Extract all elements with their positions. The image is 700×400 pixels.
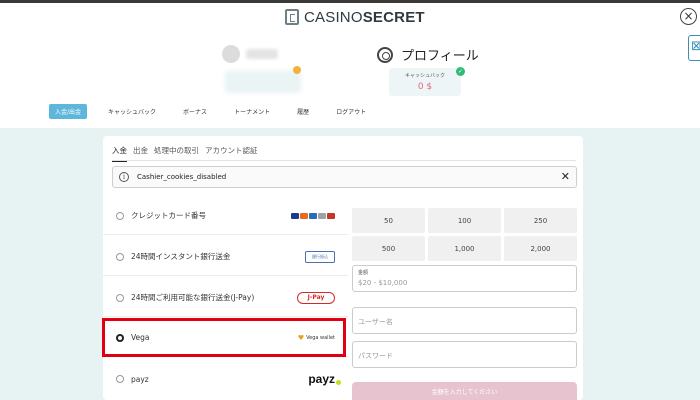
nav-item-tournament[interactable]: トーナメント xyxy=(228,104,276,119)
level-badge-icon xyxy=(293,66,301,74)
method-instant-bank[interactable]: 24時間インスタント銀行送金 銀行振込 xyxy=(103,238,348,276)
payz-logo-text: payz xyxy=(308,372,335,386)
method-label: 24時間インスタント銀行送金 xyxy=(131,252,231,261)
method-jpay[interactable]: 24時間ご利用可能な銀行送金(J-Pay) J-Pay xyxy=(103,279,348,317)
username-blurred xyxy=(246,49,278,59)
profile-label: プロフィール xyxy=(401,49,479,64)
tabs-divider xyxy=(112,160,576,161)
nav-item-logout[interactable]: ログアウト xyxy=(330,104,372,119)
amount-button[interactable]: 2,000 xyxy=(504,236,577,261)
cookie-notice: i Cashier_cookies_disabled ✕ xyxy=(112,166,577,188)
method-payz[interactable]: payz payz xyxy=(103,360,348,398)
avatar xyxy=(222,45,240,63)
balance-blurred xyxy=(225,71,301,93)
side-panel-icon[interactable]: ⊠ xyxy=(688,35,700,61)
cashback-label: キャッシュバック xyxy=(404,73,445,79)
notice-text: Cashier_cookies_disabled xyxy=(137,173,227,181)
nav-item-bonus[interactable]: ボーナス xyxy=(177,104,213,119)
radio-button[interactable] xyxy=(116,293,124,302)
amount-button[interactable]: 50 xyxy=(352,208,425,233)
radio-button[interactable] xyxy=(116,375,124,383)
verified-check-icon: ✓ xyxy=(456,67,465,76)
cashback-box: キャッシュバック 0 $ xyxy=(389,68,461,96)
info-icon: i xyxy=(119,172,129,182)
selection-highlight xyxy=(102,318,346,357)
radio-button[interactable] xyxy=(116,211,124,220)
amount-field[interactable]: 金額 $20 - $10,000 xyxy=(352,265,577,292)
password-field[interactable]: パスワード xyxy=(352,341,577,368)
amount-button[interactable]: 100 xyxy=(428,208,501,233)
amount-button[interactable]: 1,000 xyxy=(428,236,501,261)
main-nav: 入金/出金 キャッシュバック ボーナス トーナメント 履歴 ログアウト xyxy=(49,104,387,119)
logo-icon xyxy=(285,9,299,25)
username-field[interactable]: ユーザー名 xyxy=(352,307,577,334)
password-placeholder: パスワード xyxy=(358,352,393,360)
cashback-value: 0 $ xyxy=(417,82,433,92)
amount-placeholder: $20 - $10,000 xyxy=(358,279,408,287)
logo-text: CASINOSECRET xyxy=(304,8,425,26)
submit-button[interactable]: 金額を入力してください xyxy=(352,382,577,400)
method-label: クレジットカード番号 xyxy=(131,211,206,220)
amount-button[interactable]: 250 xyxy=(504,208,577,233)
card-logos-icon xyxy=(291,212,335,219)
method-label: payz xyxy=(131,374,149,384)
method-label: 24時間ご利用可能な銀行送金(J-Pay) xyxy=(131,293,255,302)
logo: CASINOSECRET xyxy=(285,7,425,27)
close-icon[interactable]: × xyxy=(680,8,697,25)
payz-logo-icon: payz xyxy=(308,372,341,386)
amount-presets: 50 100 250 500 1,000 2,000 xyxy=(352,208,577,261)
jpay-logo-icon: J-Pay xyxy=(297,291,335,304)
nav-item-cashback[interactable]: キャッシュバック xyxy=(102,104,162,119)
amount-button[interactable]: 500 xyxy=(352,236,425,261)
close-icon[interactable]: ✕ xyxy=(561,171,570,183)
username-placeholder: ユーザー名 xyxy=(358,318,393,326)
method-credit-card[interactable]: クレジットカード番号 xyxy=(103,197,348,235)
amount-label: 金額 xyxy=(358,270,369,276)
nav-item-deposit-withdraw[interactable]: 入金/出金 xyxy=(49,104,88,119)
profile-link[interactable]: プロフィール xyxy=(377,45,479,64)
nav-item-history[interactable]: 履歴 xyxy=(291,104,315,119)
bank-transfer-icon: 銀行振込 xyxy=(305,250,335,263)
radio-button[interactable] xyxy=(116,252,124,261)
gear-icon xyxy=(377,46,393,63)
